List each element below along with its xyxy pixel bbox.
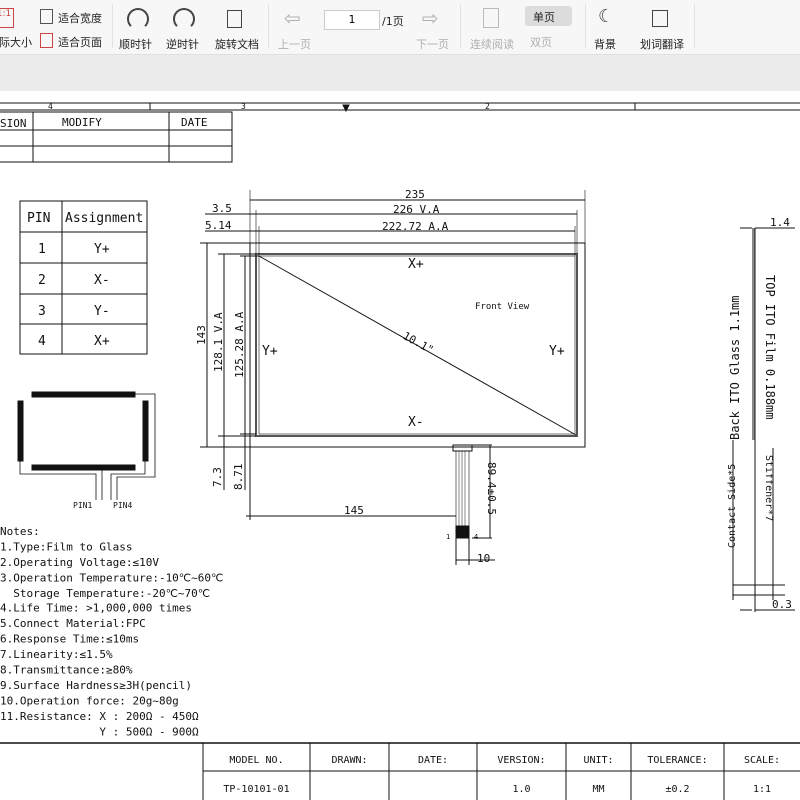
svg-text:Y-: Y- bbox=[94, 304, 110, 319]
note-line: 4.Life Time: >1,000,000 times bbox=[0, 602, 192, 615]
note-line: 7.Linearity:≤1.5% bbox=[0, 648, 113, 661]
svg-text:4: 4 bbox=[38, 334, 46, 349]
title-block-value: TP-10101-01 bbox=[223, 784, 289, 795]
title-block-header: MODEL NO. bbox=[229, 755, 283, 766]
title-block-value: MM bbox=[592, 784, 604, 795]
title-block-value: 1:1 bbox=[753, 784, 771, 795]
svg-text:143: 143 bbox=[195, 325, 208, 345]
svg-text:X-: X- bbox=[408, 415, 424, 430]
svg-text:222.72 A.A: 222.72 A.A bbox=[382, 220, 449, 233]
svg-text:145: 145 bbox=[344, 504, 364, 517]
svg-text:226 V.A: 226 V.A bbox=[393, 203, 440, 216]
svg-text:PIN4: PIN4 bbox=[113, 501, 132, 510]
svg-text:4: 4 bbox=[474, 533, 478, 541]
svg-text:SION: SION bbox=[0, 117, 27, 130]
note-line: Notes: bbox=[0, 525, 40, 538]
svg-text:PIN1: PIN1 bbox=[73, 501, 92, 510]
note-line: Storage Temperature:-20℃~70℃ bbox=[0, 587, 210, 600]
svg-text:0.3: 0.3 bbox=[772, 598, 792, 611]
note-line: 3.Operation Temperature:-10℃~60℃ bbox=[0, 572, 223, 585]
svg-text:Y+: Y+ bbox=[549, 344, 565, 359]
note-line: 5.Connect Material:FPC bbox=[0, 617, 146, 630]
note-line: 1.Type:Film to Glass bbox=[0, 541, 132, 554]
title-block-header: VERSION: bbox=[497, 755, 545, 766]
svg-text:Y+: Y+ bbox=[94, 242, 110, 257]
title-block-header: TOLERANCE: bbox=[647, 755, 707, 766]
title-block-header: UNIT: bbox=[583, 755, 613, 766]
svg-text:3: 3 bbox=[38, 304, 46, 319]
zone-label: 4 bbox=[48, 102, 53, 111]
title-block-value: 1.0 bbox=[512, 784, 530, 795]
note-line: 8.Transmittance:≥80% bbox=[0, 664, 133, 677]
svg-text:Back ITO Glass 1.1mm: Back ITO Glass 1.1mm bbox=[728, 296, 742, 441]
svg-text:2: 2 bbox=[38, 273, 46, 288]
svg-text:10: 10 bbox=[477, 552, 490, 565]
svg-text:1: 1 bbox=[446, 533, 450, 541]
svg-text:5.14: 5.14 bbox=[205, 219, 232, 232]
svg-text:125.28 A.A: 125.28 A.A bbox=[233, 311, 246, 378]
note-line: 6.Response Time:≤10ms bbox=[0, 633, 139, 646]
svg-text:1.4: 1.4 bbox=[770, 216, 790, 229]
svg-text:Assignment: Assignment bbox=[65, 211, 143, 226]
svg-text:TOP ITO Film 0.188mm: TOP ITO Film 0.188mm bbox=[763, 275, 777, 420]
svg-text:Contact Side*5: Contact Side*5 bbox=[727, 464, 738, 548]
note-line: 2.Operating Voltage:≤10V bbox=[0, 556, 159, 569]
svg-text:X+: X+ bbox=[94, 334, 110, 349]
svg-text:Stiffener*7: Stiffener*7 bbox=[763, 455, 774, 521]
note-line: 9.Surface Hardness≥3H(pencil) bbox=[0, 679, 192, 692]
svg-text:DATE: DATE bbox=[181, 116, 208, 129]
technical-drawing: 4 3 2 SION MODIFY DATE PIN Assignment 1 Y… bbox=[0, 92, 800, 800]
note-line: 10.Operation force: 20g~80g bbox=[0, 695, 179, 708]
svg-text:X+: X+ bbox=[408, 257, 424, 272]
svg-text:8.71: 8.71 bbox=[232, 464, 245, 491]
zone-label: 3 bbox=[241, 102, 246, 111]
title-block-value: ±0.2 bbox=[665, 784, 689, 795]
svg-text:3.5: 3.5 bbox=[212, 202, 232, 215]
svg-text:MODIFY: MODIFY bbox=[62, 116, 102, 129]
svg-text:235: 235 bbox=[405, 188, 425, 201]
title-block-header: SCALE: bbox=[744, 755, 780, 766]
svg-text:128.1 V.A: 128.1 V.A bbox=[212, 312, 225, 372]
zone-label: 2 bbox=[485, 102, 490, 111]
svg-text:Y+: Y+ bbox=[262, 344, 278, 359]
svg-text:PIN: PIN bbox=[27, 211, 50, 226]
title-block-header: DATE: bbox=[418, 755, 448, 766]
note-line: 11.Resistance: X : 200Ω - 450Ω bbox=[0, 710, 199, 723]
svg-text:X-: X- bbox=[94, 273, 110, 288]
svg-text:1: 1 bbox=[38, 242, 46, 257]
svg-text:Front View: Front View bbox=[475, 302, 530, 312]
svg-text:89.4±0.5: 89.4±0.5 bbox=[485, 462, 498, 515]
svg-text:7.3: 7.3 bbox=[211, 467, 224, 487]
note-line: Y : 500Ω - 900Ω bbox=[0, 726, 199, 739]
title-block-header: DRAWN: bbox=[331, 755, 367, 766]
